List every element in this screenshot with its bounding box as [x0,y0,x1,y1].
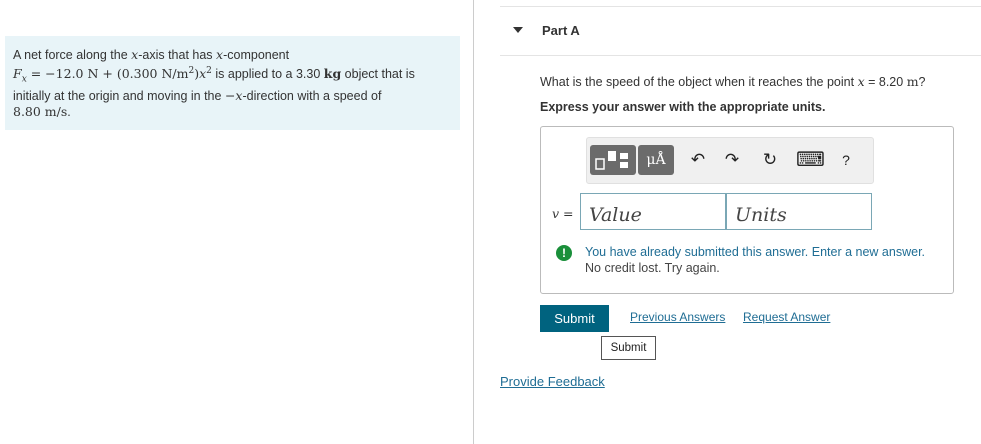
force-symbol: F [13,65,22,81]
problem-line-3: initially at the origin and moving in th… [13,88,453,105]
problem-line-2: Fx = −12.0 N + (0.300 N/m2)x2 is applied… [13,64,453,88]
problem-text: . [67,105,71,120]
question-part: = 8.20 [864,75,907,89]
value-input[interactable] [580,193,726,230]
previous-answers-link[interactable]: Previous Answers [630,310,725,324]
help-button[interactable]: ? [836,148,856,172]
problem-text: -component [223,48,290,62]
feedback-line-1: You have already submitted this answer. … [585,245,926,259]
instruction-text: Express your answer with the appropriate… [540,100,826,114]
part-label[interactable]: Part A [542,23,580,38]
submit-button[interactable]: Submit [540,305,609,332]
units-button[interactable]: μÅ [638,145,674,175]
feedback-message: You have already submitted this answer. … [585,244,945,276]
problem-statement: A net force along the x-axis that has x-… [13,47,453,121]
panel-divider [473,0,474,444]
templates-icon [595,151,628,170]
math-var: x [857,74,865,89]
problem-text: object that is [341,66,415,81]
direction-var: −x [224,87,243,103]
caret-down-icon[interactable] [513,27,523,33]
undo-icon[interactable]: ↶ [688,148,708,172]
problem-line-4: 8.80 m/s. [13,104,453,121]
redo-icon[interactable]: ↷ [722,148,742,172]
keyboard-icon[interactable]: ⌨ [796,148,825,172]
problem-text: A net force along the [13,48,132,62]
problem-text: -axis that has [138,48,217,62]
question-unit: m [906,74,919,89]
force-expression: = −12.0 N + (0.300 N/m [26,65,189,81]
question-text: What is the speed of the object when it … [540,74,926,89]
question-part: What is the speed of the object when it … [540,75,858,89]
request-answer-link[interactable]: Request Answer [743,310,830,324]
question-part: ? [918,75,926,89]
templates-button[interactable] [590,145,636,175]
problem-text: is applied to a 3.30 [211,66,324,81]
submit-tooltip: Submit [601,336,656,360]
problem-line-1: A net force along the x-axis that has x-… [13,47,453,64]
problem-text: initially at the origin and moving in th… [13,88,225,103]
units-input[interactable] [726,193,872,230]
initial-speed: 8.80 m/s [13,104,68,120]
provide-feedback-link[interactable]: Provide Feedback [500,374,605,389]
feedback-line-2: No credit lost. Try again. [585,261,720,275]
reset-icon[interactable]: ↻ [760,148,780,172]
alert-icon: ! [556,245,572,261]
problem-text: -direction with a speed of [242,88,382,103]
mass-unit: kg [323,65,342,81]
variable-label: v = [552,206,574,221]
